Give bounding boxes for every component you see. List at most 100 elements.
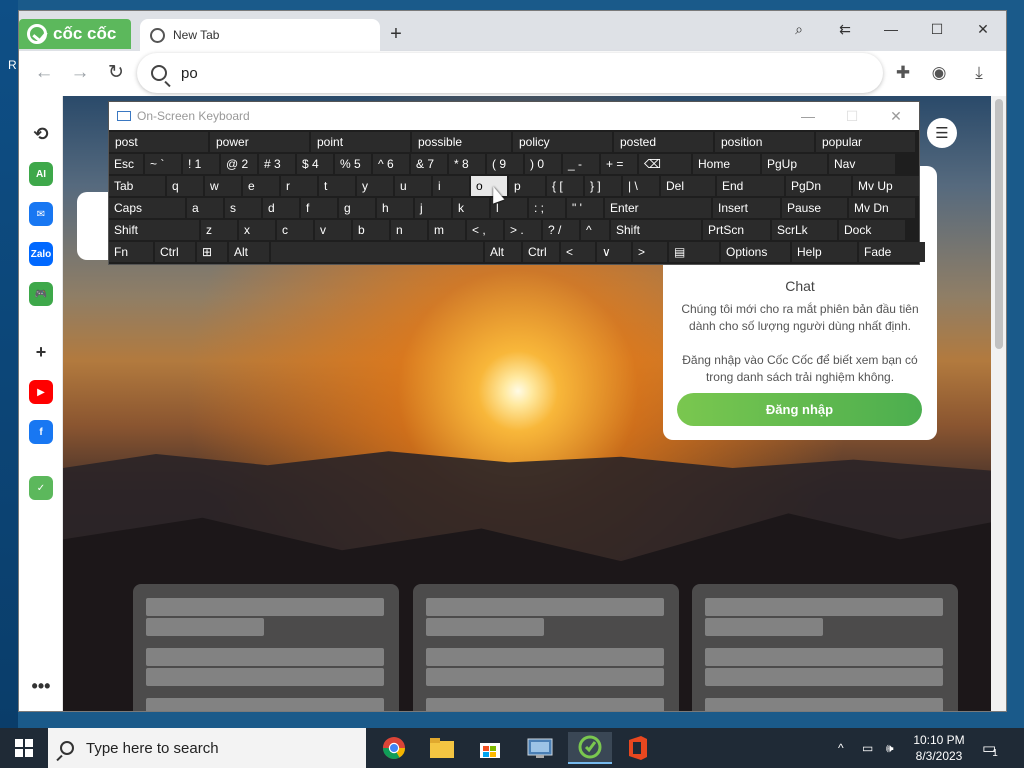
osk-key[interactable]: v: [315, 220, 351, 240]
osk-key[interactable]: Del: [661, 176, 715, 196]
osk-key[interactable]: # 3: [259, 154, 295, 174]
forward-button[interactable]: →: [67, 60, 93, 86]
tray-chevron-icon[interactable]: ^: [838, 728, 844, 768]
osk-key[interactable]: >: [633, 242, 667, 262]
close-button[interactable]: ✕: [963, 17, 1003, 41]
osk-key[interactable]: ^ 6: [373, 154, 409, 174]
osk-key[interactable]: a: [187, 198, 223, 218]
osk-key[interactable]: End: [717, 176, 784, 196]
youtube-icon[interactable]: ▶: [29, 380, 53, 404]
osk-key[interactable]: Shift: [611, 220, 701, 240]
osk-key[interactable]: Insert: [713, 198, 780, 218]
osk-key[interactable]: u: [395, 176, 431, 196]
osk-prediction[interactable]: point: [311, 132, 410, 152]
osk-maximize-button[interactable]: ☐: [829, 102, 875, 130]
osk-key[interactable]: t: [319, 176, 355, 196]
osk-key[interactable]: y: [357, 176, 393, 196]
osk-key[interactable]: ⊞: [197, 242, 227, 262]
osk-key[interactable]: Fade: [859, 242, 925, 262]
osk-key[interactable]: Mv Dn: [849, 198, 915, 218]
osk-key[interactable]: + =: [601, 154, 637, 174]
game-icon[interactable]: 🎮: [29, 282, 53, 306]
notification-icon[interactable]: ▭ 1: [982, 728, 998, 768]
back-button[interactable]: ←: [31, 60, 57, 86]
more-icon[interactable]: •••: [29, 674, 53, 698]
login-button[interactable]: Đăng nhập: [677, 393, 922, 426]
osk-key[interactable]: x: [239, 220, 275, 240]
osk-close-button[interactable]: ✕: [873, 102, 919, 130]
tab-new-tab[interactable]: New Tab: [140, 19, 380, 51]
ai-icon[interactable]: AI: [29, 162, 53, 186]
news-tile[interactable]: [133, 584, 399, 711]
coccoc-icon[interactable]: ✓: [29, 476, 53, 500]
osk-key[interactable]: Options: [721, 242, 790, 262]
osk-key[interactable]: Caps: [109, 198, 185, 218]
chrome-taskbar-icon[interactable]: [372, 732, 416, 764]
page-scrollbar-thumb[interactable]: [995, 99, 1003, 349]
osk-key[interactable]: @ 2: [221, 154, 257, 174]
osk-key[interactable]: d: [263, 198, 299, 218]
news-tile[interactable]: [692, 584, 958, 711]
osk-key[interactable]: m: [429, 220, 465, 240]
osk-key[interactable]: z: [201, 220, 237, 240]
osk-key[interactable]: Mv Up: [853, 176, 919, 196]
osk-prediction[interactable]: policy: [513, 132, 612, 152]
osk-prediction[interactable]: power: [210, 132, 309, 152]
osk-key[interactable]: ) 0: [525, 154, 561, 174]
store-taskbar-icon[interactable]: [468, 732, 512, 764]
sidebar-toggle-icon[interactable]: ⇇: [825, 17, 865, 41]
network-icon[interactable]: ▭: [862, 728, 873, 768]
osk-minimize-button[interactable]: —: [785, 102, 831, 130]
osk-key[interactable]: $ 4: [297, 154, 333, 174]
news-tile[interactable]: [413, 584, 679, 711]
download-icon[interactable]: ⤓: [967, 61, 991, 85]
osk-key[interactable]: " ': [567, 198, 603, 218]
osk-prediction[interactable]: popular: [816, 132, 915, 152]
osk-key[interactable]: ScrLk: [772, 220, 837, 240]
osk-key[interactable]: Ctrl: [155, 242, 195, 262]
osk-prediction[interactable]: post: [109, 132, 208, 152]
add-icon[interactable]: +: [29, 340, 53, 364]
osk-prediction[interactable]: possible: [412, 132, 511, 152]
osk-key[interactable]: ^: [581, 220, 609, 240]
osk-key[interactable]: ~ `: [145, 154, 181, 174]
osk-key[interactable]: > .: [505, 220, 541, 240]
osk-key[interactable]: Fn: [109, 242, 153, 262]
osk-key[interactable]: ( 9: [487, 154, 523, 174]
osk-prediction[interactable]: position: [715, 132, 814, 152]
osk-key[interactable]: Nav: [829, 154, 895, 174]
osk-key[interactable]: Shift: [109, 220, 199, 240]
osk-key[interactable]: % 5: [335, 154, 371, 174]
osk-key[interactable]: ? /: [543, 220, 579, 240]
osk-key[interactable]: q: [167, 176, 203, 196]
coccoc-brand[interactable]: cốc cốc: [19, 19, 131, 49]
history-icon[interactable]: ⟲: [29, 122, 53, 146]
osk-key[interactable]: e: [243, 176, 279, 196]
osk-key[interactable]: Alt: [229, 242, 269, 262]
profile-icon[interactable]: ◉: [927, 61, 951, 85]
osk-key[interactable]: Help: [792, 242, 857, 262]
osk-key[interactable]: c: [277, 220, 313, 240]
taskbar-search[interactable]: Type here to search: [48, 728, 366, 768]
osk-key[interactable]: Alt: [485, 242, 521, 262]
osk-key[interactable]: Pause: [782, 198, 847, 218]
osk-key[interactable]: } ]: [585, 176, 621, 196]
minimize-button[interactable]: —: [871, 17, 911, 41]
osk-key[interactable]: PgDn: [786, 176, 851, 196]
osk-key[interactable]: <: [561, 242, 595, 262]
osk-key[interactable]: | \: [623, 176, 659, 196]
messenger-icon[interactable]: ✉: [29, 202, 53, 226]
volume-icon[interactable]: 🕪: [886, 728, 894, 768]
start-button[interactable]: [0, 728, 48, 768]
osk-key[interactable]: s: [225, 198, 261, 218]
osk-key[interactable]: < ,: [467, 220, 503, 240]
osk-key[interactable]: [271, 242, 483, 262]
osk-key[interactable]: g: [339, 198, 375, 218]
coccoc-taskbar-icon[interactable]: [568, 732, 612, 764]
osk-key[interactable]: ∨: [597, 242, 631, 262]
taskbar-clock[interactable]: 10:10 PM 8/3/2023: [906, 732, 972, 764]
reload-button[interactable]: ↻: [103, 60, 129, 86]
osk-key[interactable]: j: [415, 198, 451, 218]
osk-key[interactable]: h: [377, 198, 413, 218]
osk-key[interactable]: _ -: [563, 154, 599, 174]
